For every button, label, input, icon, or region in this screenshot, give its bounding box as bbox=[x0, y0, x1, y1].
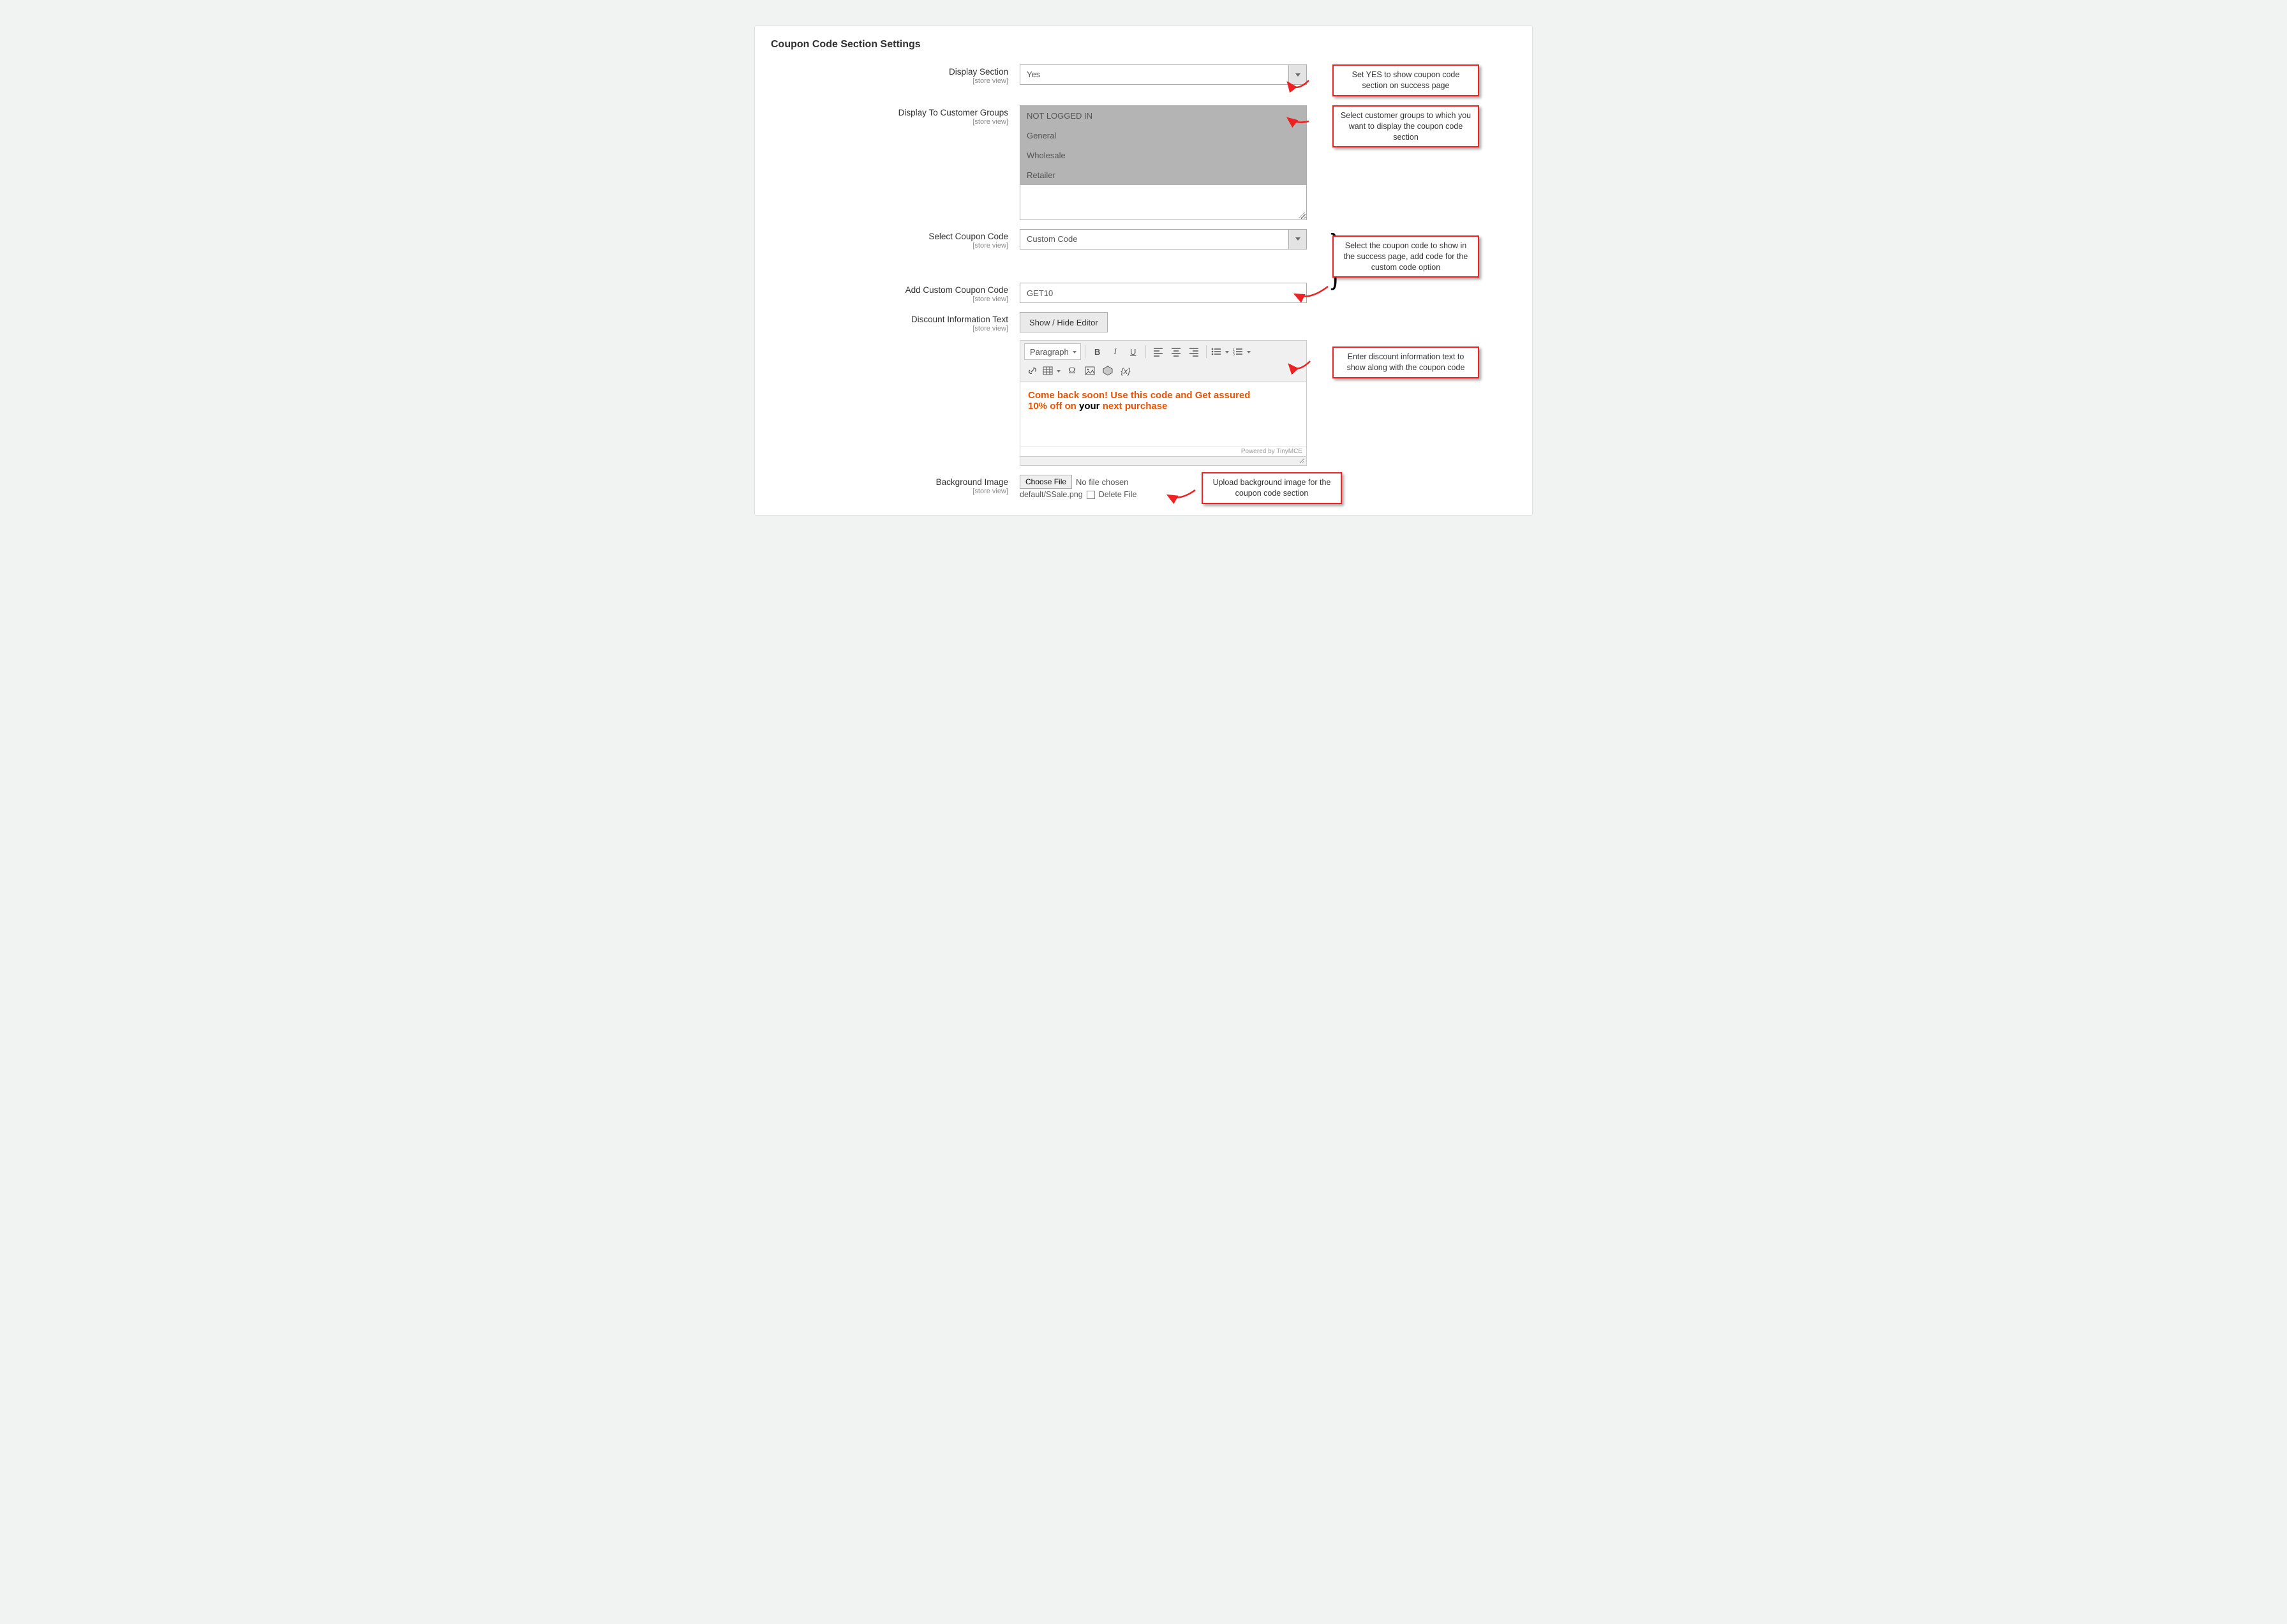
editor-format-dropdown[interactable]: Paragraph bbox=[1024, 343, 1081, 360]
field-discount-text: Discount Information Text [store view] S… bbox=[771, 312, 1516, 466]
settings-panel: Coupon Code Section Settings Display Sec… bbox=[754, 26, 1533, 516]
customer-groups-multiselect[interactable]: NOT LOGGED IN General Wholesale Retailer bbox=[1020, 105, 1307, 220]
bullet-list-icon[interactable] bbox=[1211, 343, 1231, 360]
wysiwyg-editor: Paragraph B I U 123 Ω bbox=[1020, 340, 1307, 466]
current-file-path: default/SSale.png bbox=[1020, 490, 1083, 499]
scope-label: [store view] bbox=[771, 118, 1008, 126]
field-display-section: Display Section [store view] Yes Set YES… bbox=[771, 64, 1516, 96]
chevron-down-icon bbox=[1288, 65, 1306, 84]
callout-display-section: Set YES to show coupon code section on s… bbox=[1332, 64, 1479, 96]
scope-label: [store view] bbox=[771, 77, 1008, 85]
special-char-icon[interactable]: Ω bbox=[1064, 362, 1080, 379]
label-select-coupon: Select Coupon Code bbox=[771, 232, 1008, 241]
multiselect-option[interactable]: NOT LOGGED IN bbox=[1020, 106, 1306, 126]
label-add-custom: Add Custom Coupon Code bbox=[771, 285, 1008, 295]
editor-resize-handle[interactable] bbox=[1020, 456, 1306, 465]
choose-file-button[interactable]: Choose File bbox=[1020, 475, 1072, 489]
label-customer-groups: Display To Customer Groups bbox=[771, 108, 1008, 117]
bold-icon[interactable]: B bbox=[1089, 343, 1106, 360]
align-right-icon[interactable] bbox=[1186, 343, 1202, 360]
select-coupon-select[interactable]: Custom Code bbox=[1020, 229, 1307, 250]
align-left-icon[interactable] bbox=[1150, 343, 1166, 360]
multiselect-option[interactable]: General bbox=[1020, 126, 1306, 145]
display-section-select[interactable]: Yes bbox=[1020, 64, 1307, 85]
scope-label: [store view] bbox=[771, 325, 1008, 332]
panel-title: Coupon Code Section Settings bbox=[771, 39, 1516, 50]
scope-label: [store view] bbox=[771, 295, 1008, 303]
widget-icon[interactable] bbox=[1099, 362, 1116, 379]
label-display-section: Display Section bbox=[771, 67, 1008, 77]
number-list-icon[interactable]: 123 bbox=[1232, 343, 1253, 360]
callout-discount-text: Enter discount information text to show … bbox=[1332, 346, 1479, 378]
align-center-icon[interactable] bbox=[1168, 343, 1184, 360]
scope-label: [store view] bbox=[771, 242, 1008, 250]
multiselect-option[interactable]: Wholesale bbox=[1020, 145, 1306, 165]
italic-icon[interactable]: I bbox=[1107, 343, 1124, 360]
field-customer-groups: Display To Customer Groups [store view] … bbox=[771, 105, 1516, 220]
field-background-image: Background Image [store view] Choose Fil… bbox=[771, 475, 1516, 499]
label-discount-text: Discount Information Text bbox=[771, 315, 1008, 324]
editor-toolbar: Paragraph B I U 123 Ω bbox=[1020, 341, 1306, 382]
toggle-editor-button[interactable]: Show / Hide Editor bbox=[1020, 312, 1108, 332]
chevron-down-icon bbox=[1288, 230, 1306, 249]
scope-label: [store view] bbox=[771, 488, 1008, 495]
editor-footer: Powered by TinyMCE bbox=[1020, 446, 1306, 456]
field-add-custom-coupon: Add Custom Coupon Code [store view] bbox=[771, 283, 1516, 303]
delete-file-checkbox[interactable] bbox=[1087, 491, 1095, 499]
underline-icon[interactable]: U bbox=[1125, 343, 1142, 360]
field-select-coupon: Select Coupon Code [store view] Custom C… bbox=[771, 229, 1516, 278]
add-custom-coupon-input[interactable] bbox=[1020, 283, 1307, 303]
callout-coupon-code: Select the coupon code to show in the su… bbox=[1332, 235, 1479, 278]
image-icon[interactable] bbox=[1082, 362, 1098, 379]
table-icon[interactable] bbox=[1042, 362, 1062, 379]
delete-file-label: Delete File bbox=[1099, 490, 1137, 499]
link-icon[interactable] bbox=[1024, 362, 1041, 379]
svg-text:3: 3 bbox=[1233, 353, 1235, 357]
callout-customer-groups: Select customer groups to which you want… bbox=[1332, 105, 1479, 148]
editor-body[interactable]: Come back soon! Use this code and Get as… bbox=[1020, 382, 1306, 446]
variable-icon[interactable]: {x} bbox=[1117, 362, 1134, 379]
callout-background-image: Upload background image for the coupon c… bbox=[1202, 472, 1342, 504]
no-file-chosen: No file chosen bbox=[1076, 477, 1128, 487]
label-background-image: Background Image bbox=[771, 477, 1008, 487]
multiselect-option[interactable]: Retailer bbox=[1020, 165, 1306, 185]
